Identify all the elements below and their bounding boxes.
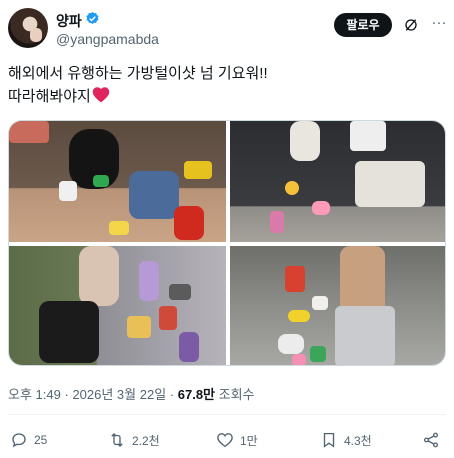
bookmark-icon — [323, 432, 335, 448]
photo-1[interactable] — [9, 121, 226, 242]
retweet-count: 2.2천 — [132, 433, 160, 448]
views-label: 조회수 — [218, 387, 255, 402]
meta-separator: · — [64, 387, 69, 402]
share-button[interactable] — [422, 428, 446, 452]
divider — [8, 414, 446, 415]
follow-button[interactable]: 팔로우 — [334, 13, 392, 37]
author-display-name[interactable]: 양파 — [56, 11, 82, 31]
action-bar: 25 2.2천 1만 4.3천 — [8, 428, 446, 452]
reply-icon — [12, 433, 26, 448]
tweet-header: 양파 @yangpamabda 팔로우 ··· — [8, 8, 447, 52]
media-grid[interactable] — [8, 120, 446, 366]
views-count: 67.8만 — [177, 387, 216, 402]
verified-badge-icon — [86, 11, 99, 24]
author-handle[interactable]: @yangpamabda — [56, 31, 159, 47]
photo-4[interactable] — [230, 246, 445, 365]
like-count: 1만 — [240, 433, 258, 448]
tweet-text: 해외에서 유행하는 가방털이샷 넘 기요워!! 따라해봐야지 — [8, 62, 446, 108]
meta-separator-2: · — [169, 387, 175, 402]
tweet-line-2-text: 따라해봐야지 — [8, 88, 91, 105]
like-button[interactable]: 1만 — [216, 428, 258, 452]
retweet-button[interactable]: 2.2천 — [108, 428, 160, 452]
photo-3[interactable] — [9, 246, 226, 365]
bookmark-count: 4.3천 — [344, 433, 372, 448]
reply-count: 25 — [34, 433, 48, 447]
tweet-line-1: 해외에서 유행하는 가방털이샷 넘 기요워!! — [8, 65, 268, 82]
retweet-icon — [111, 433, 123, 447]
tweet-date[interactable]: 2026년 3월 22일 — [72, 387, 166, 402]
heart-emoji-icon — [92, 87, 110, 103]
bookmark-button[interactable]: 4.3천 — [320, 428, 372, 452]
tweet-time[interactable]: 오후 1:49 — [8, 387, 61, 402]
more-icon[interactable]: ··· — [431, 15, 447, 33]
tweet-line-2: 따라해봐야지 — [8, 85, 446, 108]
reply-button[interactable]: 25 — [10, 428, 47, 452]
photo-2[interactable] — [230, 121, 445, 242]
heart-icon — [217, 433, 233, 448]
avatar[interactable] — [8, 8, 48, 48]
share-icon — [423, 432, 439, 448]
grok-icon[interactable] — [403, 17, 419, 33]
tweet-meta: 오후 1:49 · 2026년 3월 22일 · 67.8만 조회수 — [8, 384, 255, 403]
